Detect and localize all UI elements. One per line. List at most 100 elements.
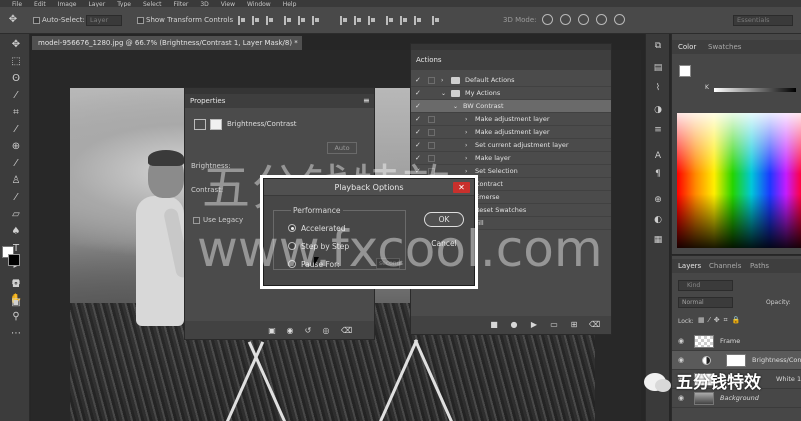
tab-swatches[interactable]: Swatches [708, 41, 741, 53]
clone-stamp-icon[interactable]: ♙ [9, 174, 23, 188]
action-row[interactable]: ✓ ⌄ BW Contrast [411, 100, 611, 113]
distribute-top-icon[interactable] [340, 16, 347, 25]
auto-select-target-select[interactable]: Layer [86, 15, 122, 26]
tab-actions[interactable]: Actions [416, 54, 442, 66]
auto-select-checkbox[interactable] [33, 17, 40, 24]
view-previous-icon[interactable]: ◉ [285, 326, 295, 335]
show-transform-checkbox[interactable] [137, 17, 144, 24]
tab-layers[interactable]: Layers [678, 260, 701, 272]
adjustments-icon[interactable]: ◑ [652, 104, 664, 116]
marquee-icon[interactable]: ⬚ [9, 55, 23, 69]
3d-orbit-icon[interactable] [542, 14, 553, 25]
lasso-icon[interactable]: ʘ [9, 72, 23, 86]
align-vcenter-icon[interactable] [252, 16, 259, 25]
align-right-icon[interactable] [312, 16, 319, 25]
align-left-icon[interactable] [284, 16, 291, 25]
distribute-hcenter-icon[interactable] [400, 16, 407, 25]
quick-mask-icon[interactable]: ◘ [9, 278, 23, 292]
tab-properties[interactable]: Properties [190, 95, 225, 107]
action-row[interactable]: ✓ › Default Actions [411, 74, 611, 87]
eyedropper-icon[interactable]: ⁄ [9, 123, 23, 137]
expand-chevron-right-icon[interactable]: › [465, 113, 467, 126]
action-row[interactable]: ✓ ⌄ My Actions [411, 87, 611, 100]
action-toggle-check-icon[interactable]: ✓ [415, 113, 424, 126]
blend-mode-select[interactable]: Normal [678, 297, 733, 308]
align-bottom-icon[interactable] [266, 16, 273, 25]
action-toggle-check-icon[interactable]: ✓ [415, 126, 424, 139]
more-tools-icon[interactable]: ⋯ [9, 327, 23, 341]
expand-chevron-right-icon[interactable]: › [465, 152, 467, 165]
new-set-icon[interactable]: ▭ [549, 320, 559, 330]
quick-select-icon[interactable]: ⁄ [9, 89, 23, 103]
document-tab[interactable]: model-956676_1280.jpg @ 66.7% (Brightnes… [32, 36, 302, 50]
pen-icon[interactable]: ♠ [9, 225, 23, 239]
expand-chevron-right-icon[interactable]: › [465, 126, 467, 139]
background-color-swatch[interactable] [8, 254, 20, 266]
properties-menu-icon[interactable]: ≡ [363, 95, 370, 107]
expand-chevron-right-icon[interactable]: › [441, 74, 443, 87]
3d-pan-icon[interactable] [578, 14, 589, 25]
character-icon[interactable]: A [652, 150, 664, 162]
paragraph-icon[interactable]: ¶ [652, 168, 664, 180]
color-spectrum[interactable] [677, 113, 801, 248]
distribute-bottom-icon[interactable] [368, 16, 375, 25]
expand-chevron-right-icon[interactable]: › [465, 165, 467, 178]
play-icon[interactable]: ▶ [529, 320, 539, 330]
distribute-left-icon[interactable] [386, 16, 393, 25]
screen-mode-icon[interactable]: ▣ [9, 296, 23, 310]
history-brush-icon[interactable]: ⁄ [9, 191, 23, 205]
crop-icon[interactable]: ⌗ [9, 106, 23, 120]
auto-align-icon[interactable] [432, 16, 439, 25]
move-tool-icon[interactable]: ✥ [6, 13, 20, 27]
action-dialog-toggle[interactable] [428, 77, 435, 84]
layer-kind-filter[interactable]: Kind [678, 280, 733, 291]
3d-slide-icon[interactable] [596, 14, 607, 25]
color-fg-swatch[interactable] [679, 65, 691, 77]
distribute-right-icon[interactable] [414, 16, 421, 25]
reset-icon[interactable]: ↺ [303, 326, 313, 335]
properties-icon[interactable]: ≡ [652, 124, 664, 136]
stop-recording-icon[interactable]: ■ [489, 320, 499, 330]
distribute-vcenter-icon[interactable] [354, 16, 361, 25]
delete-adjustment-icon[interactable]: ⌫ [341, 326, 352, 335]
tab-color[interactable]: Color [678, 41, 696, 53]
brush-icon[interactable]: ⁄ [9, 157, 23, 171]
action-dialog-toggle[interactable] [428, 116, 435, 123]
expand-chevron-down-icon[interactable]: ⌄ [441, 87, 446, 100]
align-hcenter-icon[interactable] [298, 16, 305, 25]
color-slider[interactable] [714, 88, 796, 92]
tab-paths[interactable]: Paths [750, 260, 769, 272]
styles-icon[interactable]: ◐ [652, 214, 664, 226]
delete-action-icon[interactable]: ⌫ [589, 320, 600, 330]
3d-roll-icon[interactable] [560, 14, 571, 25]
expand-chevron-right-icon[interactable]: › [465, 139, 467, 152]
glyph-icon[interactable]: ⊕ [652, 194, 664, 206]
libraries-icon[interactable]: ▤ [652, 62, 664, 74]
align-top-icon[interactable] [238, 16, 245, 25]
layer-visibility-icon[interactable]: ◉ [678, 332, 686, 351]
workspace-select[interactable]: Essentials [733, 15, 793, 26]
new-action-icon[interactable]: ⊞ [569, 320, 579, 330]
lock-icons[interactable]: ▦⁄✥⌗🔒 [698, 316, 778, 325]
zoom-icon[interactable]: ⚲ [9, 310, 23, 324]
layer-row-frame[interactable]: ◉ Frame [672, 332, 801, 351]
clip-to-layer-icon[interactable]: ▣ [267, 326, 277, 335]
action-row[interactable]: ✓ › Make adjustment layer [411, 126, 611, 139]
swatches-icon[interactable]: ▦ [652, 234, 664, 246]
record-icon[interactable]: ● [509, 320, 519, 330]
tab-channels[interactable]: Channels [709, 260, 741, 272]
action-toggle-check-icon[interactable]: ✓ [415, 87, 424, 100]
3d-scale-icon[interactable] [614, 14, 625, 25]
healing-icon[interactable]: ⊕ [9, 140, 23, 154]
visibility-icon[interactable]: ◎ [321, 326, 331, 335]
history-icon[interactable]: ⧉ [652, 40, 664, 52]
dialog-titlebar[interactable]: Playback Options ✕ [264, 179, 474, 196]
dialog-close-icon[interactable]: ✕ [453, 182, 470, 193]
brush-settings-icon[interactable]: ⌇ [652, 82, 664, 94]
action-dialog-toggle[interactable] [428, 129, 435, 136]
action-row[interactable]: ✓ › Make adjustment layer [411, 113, 611, 126]
action-toggle-check-icon[interactable]: ✓ [415, 100, 424, 113]
layer-mask-icon[interactable] [210, 119, 222, 130]
action-toggle-check-icon[interactable]: ✓ [415, 74, 424, 87]
expand-chevron-down-icon[interactable]: ⌄ [453, 100, 458, 113]
